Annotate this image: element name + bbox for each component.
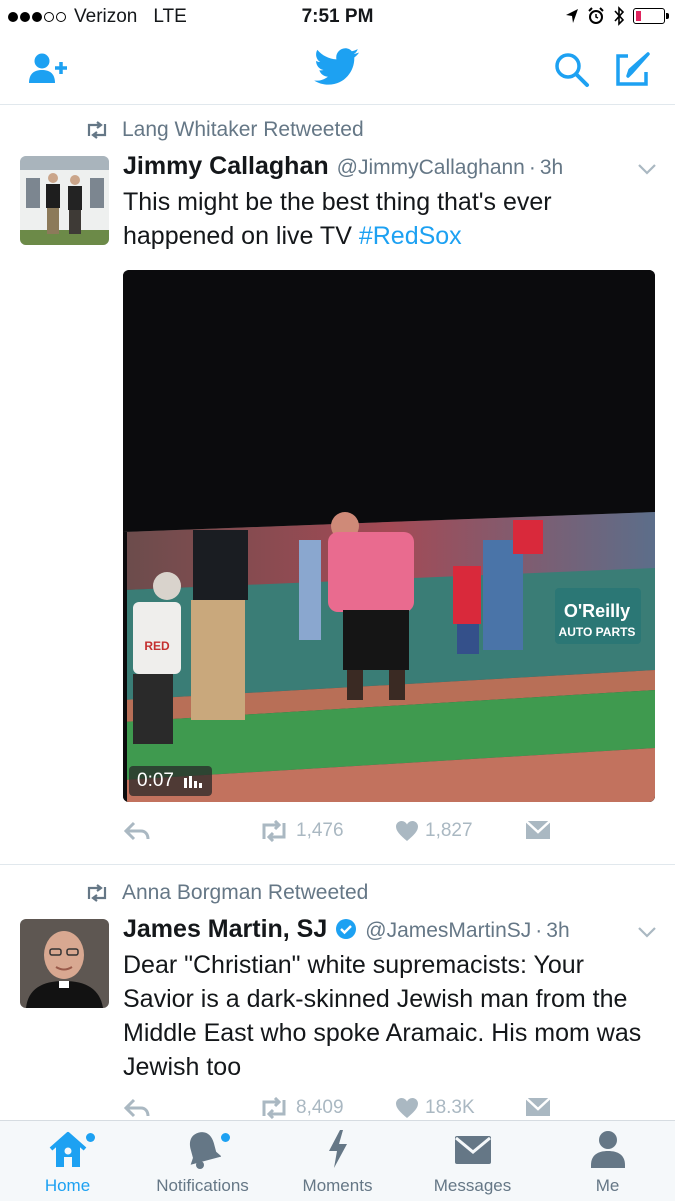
tab-label: Messages (433, 1176, 512, 1195)
hashtag-link[interactable]: #RedSox (359, 222, 462, 250)
time-separator: · (535, 919, 543, 942)
user-handle[interactable]: @JimmyCallaghann (337, 156, 525, 180)
tweet-item[interactable]: Anna Borgman Retweeted James Martin, SJ … (0, 865, 675, 1120)
time-separator: · (528, 156, 536, 179)
verified-badge-icon (336, 919, 357, 939)
tweet-text: Dear "Christian" white supremacists: You… (123, 951, 642, 1081)
tweet-text-main: This might be the best thing that's ever… (123, 188, 552, 250)
reply-button[interactable] (123, 820, 151, 842)
video-duration: 0:07 (137, 770, 174, 791)
tab-messages[interactable]: Messages (405, 1121, 540, 1201)
sign-sub-text: AUTO PARTS (559, 625, 636, 639)
retweet-context: Lang Whitaker Retweeted (84, 118, 364, 142)
heart-icon (396, 1098, 418, 1118)
like-button[interactable]: 18.3K (395, 1097, 475, 1119)
avatar[interactable] (20, 919, 109, 1008)
like-count: 18.3K (425, 1097, 475, 1118)
retweet-icon (87, 121, 107, 139)
jersey-text: RED (144, 639, 170, 653)
tweet-item[interactable]: Lang Whitaker Retweeted Jimmy Callaghan … (0, 0, 675, 864)
tweet-text: This might be the best thing that's ever… (123, 185, 653, 253)
user-handle[interactable]: @JamesMartinSJ (365, 919, 531, 943)
like-count: 1,827 (425, 820, 473, 841)
home-badge-dot (86, 1133, 95, 1142)
tab-moments[interactable]: Moments (270, 1121, 405, 1201)
retweet-count: 8,409 (296, 1097, 344, 1118)
video-duration-badge: 0:07 (129, 766, 212, 796)
envelope-icon (525, 1097, 551, 1116)
retweet-icon (262, 820, 286, 842)
lightning-icon (328, 1130, 347, 1168)
retweet-icon (262, 1097, 286, 1119)
volume-bars-icon (183, 776, 202, 788)
tab-notifications[interactable]: Notifications (135, 1121, 270, 1201)
tweet-time: 3h (539, 156, 564, 179)
chevron-down-icon[interactable] (637, 162, 657, 176)
sign-brand-text: O'Reilly (564, 601, 630, 621)
bottom-tab-bar: Home Notifications Moments Messages Me (0, 1120, 675, 1201)
person-icon (590, 1131, 625, 1168)
home-icon (49, 1132, 86, 1167)
direct-message-button[interactable] (525, 820, 551, 840)
like-button[interactable]: 1,827 (395, 820, 473, 842)
tab-label: Home (44, 1176, 91, 1195)
retweet-context: Anna Borgman Retweeted (84, 881, 368, 905)
retweet-icon (87, 884, 107, 902)
tweet-header: James Martin, SJ @JamesMartinSJ · 3h (123, 915, 570, 944)
display-name[interactable]: Jimmy Callaghan (123, 152, 329, 181)
tab-label: Moments (302, 1176, 373, 1195)
display-name[interactable]: James Martin, SJ (123, 915, 327, 944)
avatar[interactable] (20, 156, 109, 245)
reply-icon (123, 821, 150, 841)
tab-me[interactable]: Me (540, 1121, 675, 1201)
reply-button[interactable] (123, 1097, 151, 1119)
tab-label: Me (595, 1176, 620, 1195)
tweet-actions: 1,476 1,827 (123, 820, 653, 850)
retweet-count: 1,476 (296, 820, 344, 841)
heart-icon (396, 821, 418, 841)
video-player[interactable]: O'Reilly AUTO PARTS RED 0:07 (123, 270, 655, 802)
chevron-down-icon[interactable] (637, 925, 657, 939)
direct-message-button[interactable] (525, 1097, 551, 1117)
reply-icon (123, 1098, 150, 1118)
notifications-badge-dot (221, 1133, 230, 1142)
envelope-icon (454, 1136, 491, 1164)
tab-label: Notifications (156, 1176, 249, 1195)
retweeted-by-label: Anna Borgman Retweeted (122, 881, 369, 904)
tweet-header: Jimmy Callaghan @JimmyCallaghann · 3h (123, 152, 563, 181)
bell-icon (189, 1132, 221, 1169)
tab-home[interactable]: Home (0, 1121, 135, 1201)
retweeted-by-label: Lang Whitaker Retweeted (122, 118, 364, 141)
retweet-button[interactable]: 1,476 (258, 820, 344, 842)
retweet-button[interactable]: 8,409 (258, 1097, 344, 1119)
tweet-time: 3h (546, 919, 570, 942)
envelope-icon (525, 820, 551, 839)
